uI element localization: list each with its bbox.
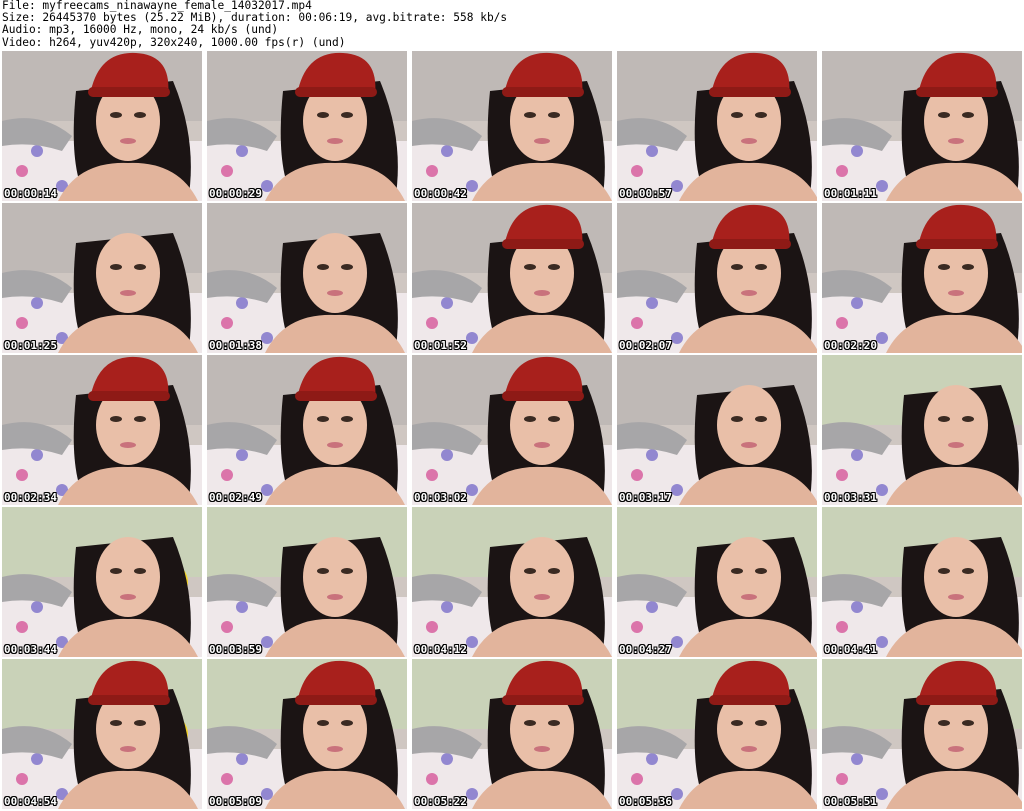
thumbnail-frame-image: [617, 203, 817, 353]
thumbnail-frame-image: [2, 203, 202, 353]
thumbnail-frame-image: [412, 203, 612, 353]
video-thumbnail: 00:03:59: [207, 507, 407, 657]
video-thumbnail: 00:04:12: [412, 507, 612, 657]
video-thumbnail: 00:00:57: [617, 51, 817, 201]
video-info-line: Video: h264, yuv420p, 320x240, 1000.00 f…: [2, 35, 346, 49]
thumbnail-frame-image: [2, 659, 202, 809]
thumbnail-timestamp: 00:00:42: [414, 187, 467, 200]
thumbnail-frame-image: [822, 659, 1022, 809]
video-thumbnail: 00:03:02: [412, 355, 612, 505]
thumbnail-timestamp: 00:00:29: [209, 187, 262, 200]
thumbnail-frame-image: [822, 203, 1022, 353]
thumbnail-timestamp: 00:03:44: [4, 643, 57, 656]
thumbnail-frame-image: [2, 51, 202, 201]
video-thumbnail: 00:04:41: [822, 507, 1022, 657]
thumbnail-grid: 00:00:14 00:00:29 00:00:42 00:00:57 00:01:11…: [2, 51, 1022, 809]
thumbnail-timestamp: 00:04:41: [824, 643, 877, 656]
video-thumbnail: 00:05:09: [207, 659, 407, 809]
video-thumbnail: 00:01:38: [207, 203, 407, 353]
thumbnail-timestamp: 00:03:02: [414, 491, 467, 504]
thumbnail-frame-image: [207, 507, 407, 657]
thumbnail-frame-image: [412, 51, 612, 201]
video-thumbnail: 00:01:11: [822, 51, 1022, 201]
thumbnail-timestamp: 00:02:07: [619, 339, 672, 352]
thumbnail-frame-image: [207, 51, 407, 201]
video-thumbnail: 00:02:20: [822, 203, 1022, 353]
thumbnail-timestamp: 00:01:25: [4, 339, 57, 352]
thumbnail-frame-image: [822, 51, 1022, 201]
thumbnail-timestamp: 00:02:20: [824, 339, 877, 352]
video-thumbnail: 00:03:17: [617, 355, 817, 505]
thumbnail-timestamp: 00:00:57: [619, 187, 672, 200]
thumbnail-frame-image: [412, 355, 612, 505]
thumbnail-frame-image: [412, 507, 612, 657]
thumbnail-timestamp: 00:04:12: [414, 643, 467, 656]
video-thumbnail: 00:05:51: [822, 659, 1022, 809]
thumbnail-frame-image: [207, 203, 407, 353]
thumbnail-frame-image: [412, 659, 612, 809]
thumbnail-frame-image: [822, 507, 1022, 657]
thumbnail-timestamp: 00:05:51: [824, 795, 877, 808]
thumbnail-frame-image: [822, 355, 1022, 505]
thumbnail-timestamp: 00:01:38: [209, 339, 262, 352]
thumbnail-timestamp: 00:04:27: [619, 643, 672, 656]
thumbnail-timestamp: 00:04:54: [4, 795, 57, 808]
thumbnail-frame-image: [617, 659, 817, 809]
file-info-header: File: myfreecams_ninawayne_female_140320…: [2, 0, 1022, 50]
thumbnail-frame-image: [207, 355, 407, 505]
audio-info-line: Audio: mp3, 16000 Hz, mono, 24 kb/s (und…: [2, 23, 279, 37]
thumbnail-timestamp: 00:02:34: [4, 491, 57, 504]
thumbnail-timestamp: 00:00:14: [4, 187, 57, 200]
thumbnail-frame-image: [2, 355, 202, 505]
video-thumbnail: 00:01:52: [412, 203, 612, 353]
video-thumbnail: 00:05:22: [412, 659, 612, 809]
video-thumbnail: 00:04:27: [617, 507, 817, 657]
video-thumbnail: 00:03:44: [2, 507, 202, 657]
video-thumbnail: 00:02:07: [617, 203, 817, 353]
video-thumbnail: 00:00:42: [412, 51, 612, 201]
thumbnail-frame-image: [207, 659, 407, 809]
thumbnail-timestamp: 00:05:09: [209, 795, 262, 808]
thumbnail-timestamp: 00:03:31: [824, 491, 877, 504]
video-thumbnail: 00:02:49: [207, 355, 407, 505]
video-thumbnail: 00:04:54: [2, 659, 202, 809]
video-thumbnail: 00:01:25: [2, 203, 202, 353]
thumbnail-timestamp: 00:02:49: [209, 491, 262, 504]
thumbnail-timestamp: 00:01:11: [824, 187, 877, 200]
thumbnail-timestamp: 00:05:36: [619, 795, 672, 808]
thumbnail-timestamp: 00:03:17: [619, 491, 672, 504]
video-thumbnail: 00:03:31: [822, 355, 1022, 505]
thumbnail-frame-image: [617, 51, 817, 201]
thumbnail-timestamp: 00:03:59: [209, 643, 262, 656]
video-thumbnail: 00:02:34: [2, 355, 202, 505]
thumbnail-timestamp: 00:05:22: [414, 795, 467, 808]
thumbnail-timestamp: 00:01:52: [414, 339, 467, 352]
video-thumbnail: 00:00:29: [207, 51, 407, 201]
thumbnail-frame-image: [617, 355, 817, 505]
thumbnail-frame-image: [2, 507, 202, 657]
video-thumbnail: 00:00:14: [2, 51, 202, 201]
thumbnail-frame-image: [617, 507, 817, 657]
video-thumbnail: 00:05:36: [617, 659, 817, 809]
